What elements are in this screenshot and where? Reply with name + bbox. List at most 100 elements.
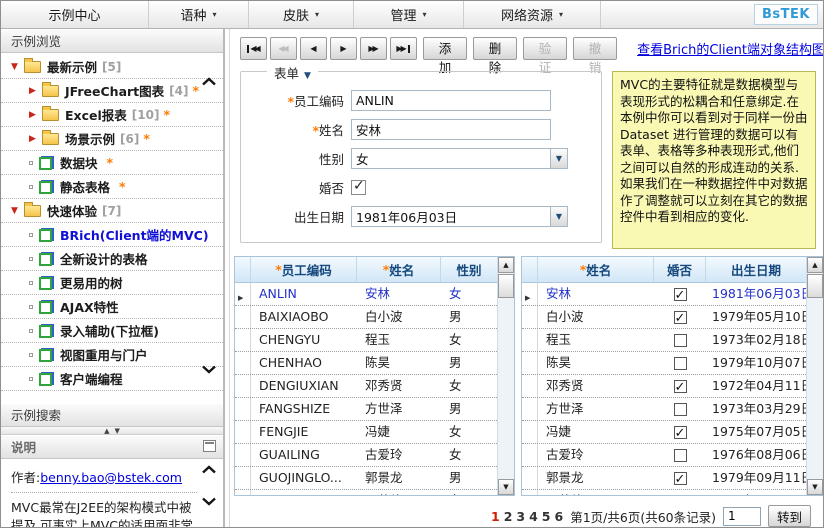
record-nav-button[interactable]: ▶ xyxy=(330,37,357,60)
tree-item[interactable]: 快速体验 [7] * xyxy=(1,199,223,223)
tree-item[interactable]: 数据块 * xyxy=(1,151,223,175)
employee-code-cell[interactable]: CHENGYU xyxy=(251,329,357,351)
gender-cell[interactable]: 男 xyxy=(441,467,497,489)
married-checkbox[interactable] xyxy=(674,426,687,439)
page-number[interactable]: 2 xyxy=(504,509,513,524)
table-row[interactable]: 古爱玲 1976年08月06日 xyxy=(522,444,806,467)
scrollbar-down-button[interactable]: ▼ xyxy=(807,479,823,495)
go-to-page-button[interactable]: 转到 xyxy=(768,505,811,527)
tree-item[interactable]: JFreeChart图表 [4] * xyxy=(1,79,223,103)
action-button[interactable]: 删除 xyxy=(473,37,517,60)
scrollbar[interactable]: ▲ ▼ xyxy=(806,257,823,495)
name-cell[interactable]: 白小波 xyxy=(538,306,654,328)
search-section-header[interactable]: 示例搜索 xyxy=(1,403,223,427)
name-cell[interactable]: 古爱玲 xyxy=(357,444,441,466)
name-cell[interactable]: 方世泽 xyxy=(538,398,654,420)
dropdown-arrow-icon[interactable]: ▼ xyxy=(550,149,567,168)
table-row[interactable]: 冯婕 1975年07月05日 xyxy=(522,421,806,444)
birthday-cell[interactable]: 1981年06月03日 xyxy=(706,283,806,305)
column-header-name[interactable]: 姓名 xyxy=(357,257,441,282)
scrollbar[interactable]: ▲ ▼ xyxy=(497,257,514,495)
gender-select[interactable]: 女 ▼ xyxy=(351,148,568,169)
table-row[interactable]: GUAILING 古爱玲 女 xyxy=(235,444,497,467)
panel-splitter[interactable]: ▲▼ xyxy=(1,427,223,435)
name-cell[interactable]: 郭景龙 xyxy=(538,467,654,489)
name-cell[interactable]: 冯婕 xyxy=(357,421,441,443)
birthday-cell[interactable]: 1972年04月11日 xyxy=(706,375,806,397)
gender-cell[interactable]: 女 xyxy=(441,375,497,397)
tree-item[interactable]: 全新设计的表格 * xyxy=(1,247,223,271)
employee-code-input[interactable] xyxy=(351,90,551,111)
table-row[interactable]: GUOLIWEI 国菲倩 女 xyxy=(235,490,497,495)
name-cell[interactable]: 陈昊 xyxy=(538,352,654,374)
tree-item[interactable]: 更易用的树 * xyxy=(1,271,223,295)
table-row[interactable]: 白小波 1979年05月10日 xyxy=(522,306,806,329)
table-row[interactable]: CHENGYU 程玉 女 xyxy=(235,329,497,352)
form-legend[interactable]: 表单▼ xyxy=(267,63,318,82)
gender-cell[interactable]: 女 xyxy=(441,329,497,351)
expand-arrow-icon[interactable] xyxy=(11,62,24,72)
tree-item[interactable]: 最新示例 [5] * xyxy=(1,55,223,79)
author-email-link[interactable]: benny.bao@bstek.com xyxy=(40,470,182,485)
table-row[interactable]: 郭景龙 1979年09月11日 xyxy=(522,467,806,490)
page-number[interactable]: 3 xyxy=(516,509,525,524)
scroll-down-icon[interactable] xyxy=(201,365,217,374)
tree-item[interactable]: 录入辅助(下拉框) * xyxy=(1,319,223,343)
name-cell[interactable]: 邓秀贤 xyxy=(357,375,441,397)
gender-cell[interactable]: 女 xyxy=(441,421,497,443)
action-button[interactable]: 添加 xyxy=(423,37,467,60)
dropdown-arrow-icon[interactable]: ▼ xyxy=(550,207,567,226)
scrollbar-thumb[interactable] xyxy=(807,274,823,298)
record-nav-button[interactable]: ◀◀ xyxy=(270,37,297,60)
name-cell[interactable]: 郭景龙 xyxy=(357,467,441,489)
employee-code-cell[interactable]: ANLIN xyxy=(251,283,357,305)
birthday-select[interactable]: 1981年06月03日 ▼ xyxy=(351,206,568,227)
info-section-header[interactable]: 说明 xyxy=(1,435,223,459)
name-cell[interactable]: 冯婕 xyxy=(538,421,654,443)
expand-arrow-icon[interactable] xyxy=(11,206,24,216)
scrollbar-up-button[interactable]: ▲ xyxy=(807,257,823,273)
table-row[interactable]: CHENHAO 陈昊 男 xyxy=(235,352,497,375)
table-row[interactable]: BAIXIAOBO 白小波 男 xyxy=(235,306,497,329)
table-row[interactable]: 国菲倩 1978年11月15日 xyxy=(522,490,806,495)
employee-code-cell[interactable]: CHENHAO xyxy=(251,352,357,374)
name-cell[interactable]: 白小波 xyxy=(357,306,441,328)
gender-cell[interactable]: 女 xyxy=(441,283,497,305)
table-row[interactable]: DENGIUXIAN 邓秀贤 女 xyxy=(235,375,497,398)
gender-cell[interactable]: 男 xyxy=(441,306,497,328)
tree-item[interactable]: 场景示例 [6] * xyxy=(1,127,223,151)
name-cell[interactable]: 程玉 xyxy=(357,329,441,351)
column-header-gender[interactable]: 性别 xyxy=(441,257,497,282)
married-checkbox[interactable] xyxy=(674,311,687,324)
scrollbar-down-button[interactable]: ▼ xyxy=(498,479,514,495)
employee-code-cell[interactable]: FANGSHIZE xyxy=(251,398,357,420)
page-number[interactable]: 6 xyxy=(555,509,564,524)
gender-cell[interactable]: 男 xyxy=(441,352,497,374)
page-number[interactable]: 5 xyxy=(542,509,551,524)
birthday-cell[interactable]: 1978年11月15日 xyxy=(706,490,806,495)
gender-cell[interactable]: 女 xyxy=(441,444,497,466)
table-row[interactable]: 陈昊 1979年10月07日 xyxy=(522,352,806,375)
table-row[interactable]: 方世泽 1973年03月29日 xyxy=(522,398,806,421)
table-row[interactable]: FANGSHIZE 方世泽 男 xyxy=(235,398,497,421)
name-cell[interactable]: 古爱玲 xyxy=(538,444,654,466)
collapse-box-icon[interactable] xyxy=(203,440,216,452)
employee-code-cell[interactable]: DENGIUXIAN xyxy=(251,375,357,397)
gender-cell[interactable]: 男 xyxy=(441,398,497,420)
name-cell[interactable]: 国菲倩 xyxy=(538,490,654,495)
tree-item[interactable]: 客户端编程 * xyxy=(1,367,223,391)
table-row[interactable]: 程玉 1973年02月18日 xyxy=(522,329,806,352)
menu-item[interactable]: 语种 ▾ xyxy=(149,1,249,28)
view-structure-link[interactable]: 查看Brich的Client端对象结构图 xyxy=(637,39,824,58)
tree-item[interactable]: BRich(Client端的MVC) * xyxy=(1,223,223,247)
menu-item[interactable]: 管理 ▾ xyxy=(354,1,464,28)
married-checkbox[interactable] xyxy=(674,357,687,370)
name-cell[interactable]: 方世泽 xyxy=(357,398,441,420)
info-scroll-up-icon[interactable] xyxy=(201,465,217,474)
name-cell[interactable]: 安林 xyxy=(538,283,654,305)
expand-arrow-icon[interactable] xyxy=(29,110,42,120)
married-checkbox[interactable] xyxy=(674,334,687,347)
employee-code-cell[interactable]: GUOJINGLO... xyxy=(251,467,357,489)
action-button[interactable]: 验证 xyxy=(523,37,567,60)
column-header-birthday[interactable]: 出生日期 xyxy=(706,257,806,282)
